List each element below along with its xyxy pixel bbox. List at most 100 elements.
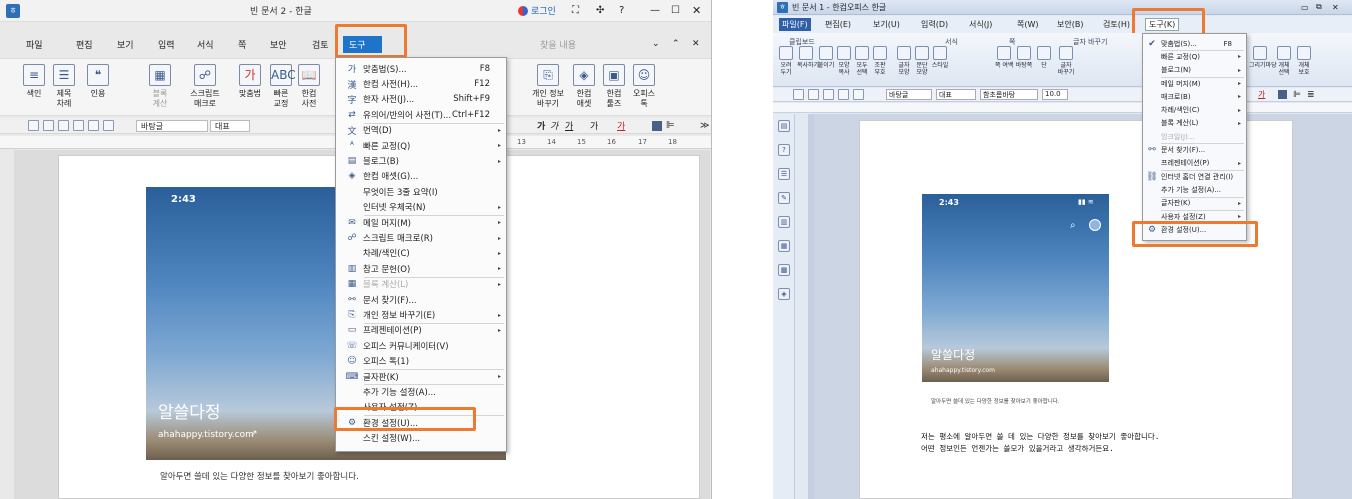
- side-pen-icon[interactable]: ✎: [778, 192, 790, 204]
- bold-icon[interactable]: 가: [537, 119, 545, 132]
- ribbon-button[interactable]: 스타일: [931, 46, 949, 69]
- ribbon-button[interactable]: 개체 보호: [1293, 46, 1315, 76]
- menu-item[interactable]: 가 맞춤법(S)... F8: [336, 61, 506, 76]
- menu-page[interactable]: 쪽(W): [1017, 19, 1039, 30]
- undo-icon[interactable]: [88, 120, 99, 131]
- font-color-icon[interactable]: 가: [1258, 89, 1265, 100]
- close-icon[interactable]: ✕: [692, 4, 701, 17]
- ribbon-privacy-button[interactable]: ⎘ 개인 정보 바꾸기: [528, 64, 568, 109]
- move-icon[interactable]: ✣: [596, 5, 604, 16]
- menu-item[interactable]: ⌨ 글자판(K) ▸: [336, 369, 506, 384]
- menu-format[interactable]: 서식: [197, 38, 214, 51]
- ribbon-button[interactable]: 조판 부호: [871, 46, 889, 76]
- search-input[interactable]: 찾을 내용: [540, 38, 576, 51]
- chevron-up-icon[interactable]: ⌃: [672, 39, 680, 49]
- ribbon-script-button[interactable]: ☍ 스크립트 매크로: [187, 64, 223, 109]
- font-size-select[interactable]: 10.0: [1042, 89, 1068, 100]
- menu-item[interactable]: 메일 머지(M) ▸: [1143, 77, 1246, 90]
- align-icon[interactable]: [1278, 90, 1287, 99]
- ribbon-block-calc-button[interactable]: ▦ 블록 계산: [142, 64, 178, 109]
- menu-review[interactable]: 검토: [312, 38, 329, 51]
- menu-item[interactable]: 빠른 교정(Q) ▸: [1143, 50, 1246, 63]
- align-left-icon[interactable]: ⊫: [1293, 90, 1301, 100]
- menu-item[interactable]: 블로그(N) ▸: [1143, 64, 1246, 77]
- ribbon-dictionary-button[interactable]: 📖 한컴 사전: [291, 64, 327, 109]
- menu-item[interactable]: ▦ 블록 계산(L) ▸: [336, 277, 506, 292]
- menu-page[interactable]: 쪽: [238, 38, 246, 51]
- chevron-down-icon[interactable]: ⌄: [652, 39, 660, 49]
- side-help-icon[interactable]: ?: [778, 144, 790, 156]
- font-color-icon[interactable]: 가: [617, 119, 625, 132]
- menu-security[interactable]: 보안: [270, 38, 287, 51]
- new-doc-icon[interactable]: [793, 89, 804, 100]
- style-select[interactable]: 바탕글: [886, 89, 932, 100]
- menu-item[interactable]: 文 번역(D) ▸: [336, 123, 506, 138]
- ribbon-toc-button[interactable]: ☰ 제목 차례: [46, 64, 82, 109]
- menu-item[interactable]: 추가 기능 설정(A)...: [336, 384, 506, 399]
- menu-item[interactable]: 블록 계산(L) ▸: [1143, 117, 1246, 130]
- align-icon[interactable]: [652, 120, 662, 131]
- font-select[interactable]: 함초롬바탕: [980, 89, 1038, 100]
- menu-item[interactable]: ⇄ 유의어/반의어 사전(T)... Ctrl+F12: [336, 107, 506, 122]
- ribbon-button[interactable]: 단: [1035, 46, 1053, 69]
- print-icon[interactable]: [838, 89, 849, 100]
- menu-item[interactable]: 스킨 설정(W)...: [336, 431, 506, 446]
- ribbon-button[interactable]: 모두 선택: [853, 46, 871, 76]
- menu-item[interactable]: ☏ 오피스 커뮤니케이터(V): [336, 338, 506, 353]
- menu-item[interactable]: 차례/색인(C) ▸: [336, 246, 506, 261]
- ribbon-button[interactable]: 모양 복사: [835, 46, 853, 76]
- menu-item[interactable]: ✔ 맞춤법(S)... F8: [1143, 37, 1246, 50]
- style-select[interactable]: 대표: [210, 119, 250, 132]
- menu-item[interactable]: ⎘ 개인 정보 바꾸기(E) ▸: [336, 307, 506, 322]
- side-image-icon[interactable]: ▩: [778, 264, 790, 276]
- font-style-select[interactable]: 바탕글: [136, 119, 208, 132]
- ribbon-button[interactable]: 글자 모양: [895, 46, 913, 76]
- profile-icon[interactable]: [1089, 219, 1101, 231]
- menu-item[interactable]: 차례/색인(C) ▸: [1143, 104, 1246, 117]
- minimize-icon[interactable]: —: [650, 5, 660, 16]
- menu-format[interactable]: 서식(J): [969, 19, 992, 30]
- menu-item[interactable]: 추가 기능 설정(A)...: [1143, 183, 1246, 196]
- menu-item[interactable]: 인터넷 우체국(N) ▸: [336, 200, 506, 215]
- menu-item[interactable]: ▤ 블로그(B) ▸: [336, 153, 506, 168]
- menu-item[interactable]: ⚯ 문서 찾기(F)...: [336, 292, 506, 307]
- side-page-icon[interactable]: ▥: [778, 216, 790, 228]
- minimize-icon[interactable]: ▭: [1301, 3, 1309, 12]
- menu-file[interactable]: 파일(F): [779, 18, 811, 31]
- menu-insert[interactable]: 입력(D): [921, 19, 948, 30]
- menu-view[interactable]: 보기(U): [873, 19, 900, 30]
- help-icon[interactable]: ?: [619, 5, 624, 16]
- menu-security[interactable]: 보안(B): [1057, 19, 1083, 30]
- menu-item[interactable]: ⛓ 인터넷 홈더 연결 관리(I): [1143, 170, 1246, 183]
- menu-item[interactable]: ☍ 스크립트 매크로(R) ▸: [336, 230, 506, 245]
- ribbon-button[interactable]: 문단 모양: [913, 46, 931, 76]
- close-doc-icon[interactable]: ✕: [692, 39, 700, 49]
- restore-icon[interactable]: ⧉: [1316, 2, 1322, 12]
- menu-item[interactable]: 무엇이든 3줄 요약(I): [336, 184, 506, 199]
- ribbon-cite-button[interactable]: ❝ 인용: [80, 64, 116, 99]
- menu-item[interactable]: ▥ 참고 문헌(O) ▸: [336, 261, 506, 276]
- side-table-icon[interactable]: ▦: [778, 240, 790, 252]
- underline-icon[interactable]: 가: [565, 119, 573, 132]
- ribbon-button[interactable]: 쪽 여백: [995, 46, 1013, 69]
- undo-icon[interactable]: [853, 89, 864, 100]
- ribbon-talk-button[interactable]: ☺ 오피스 톡: [626, 64, 662, 109]
- para-style-select[interactable]: 대표: [936, 89, 976, 100]
- menu-item[interactable]: 매크로(B) ▸: [1143, 90, 1246, 103]
- menu-edit[interactable]: 편집: [76, 38, 93, 51]
- ribbon-button[interactable]: 복사하기: [797, 46, 819, 69]
- menu-item[interactable]: ✉ 메일 머지(M) ▸: [336, 215, 506, 230]
- ribbon-button[interactable]: 오려 두기: [777, 46, 795, 76]
- align-justify-icon[interactable]: ≣: [1307, 90, 1315, 100]
- menu-review[interactable]: 검토(H): [1103, 19, 1130, 30]
- close-icon[interactable]: ✕: [1332, 3, 1339, 12]
- menu-view[interactable]: 보기: [117, 38, 134, 51]
- more-icon[interactable]: ≫: [700, 121, 709, 131]
- ribbon-button[interactable]: 글자 바꾸기: [1057, 46, 1075, 76]
- menu-item[interactable]: ☺ 오피스 톡(1): [336, 354, 506, 369]
- menu-item[interactable]: ▭ 프레젠테이션(P) ▸: [336, 323, 506, 338]
- side-doc-icon[interactable]: ▤: [778, 120, 790, 132]
- menu-insert[interactable]: 입력: [158, 38, 175, 51]
- strike-icon[interactable]: 가: [590, 119, 598, 132]
- print-icon[interactable]: [73, 120, 84, 131]
